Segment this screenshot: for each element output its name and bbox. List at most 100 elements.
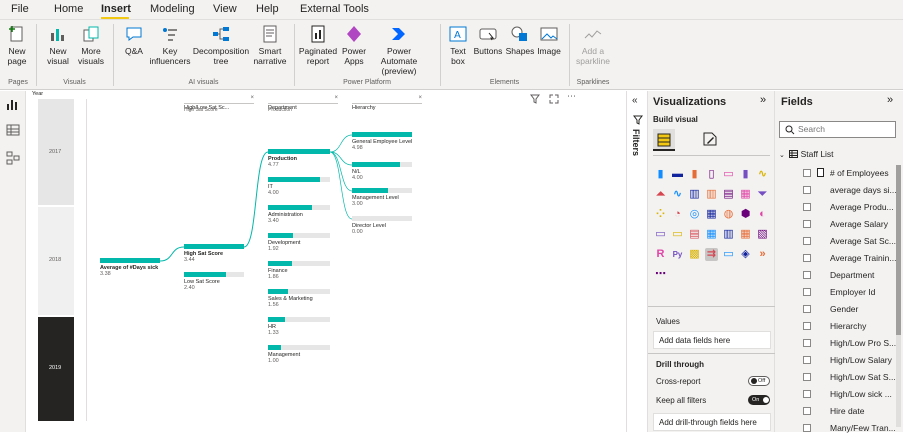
kpi-icon[interactable]: ▦	[705, 228, 718, 241]
field-checkbox[interactable]	[803, 203, 811, 211]
power-automate-button[interactable]: Power Automate (preview)	[368, 24, 430, 76]
build-visual-tab[interactable]	[653, 129, 675, 151]
tree-node-bar[interactable]	[268, 205, 313, 210]
image-button[interactable]: Image	[535, 24, 563, 56]
field-checkbox[interactable]	[803, 356, 811, 364]
field-item[interactable]: Hierarchy	[775, 318, 903, 334]
add-drill-through-well[interactable]: Add drill-through fields here	[653, 413, 771, 431]
tree-node-bar[interactable]	[268, 261, 293, 266]
waterfall-icon[interactable]: ▦	[739, 188, 752, 201]
100-column-icon[interactable]: ▮	[739, 168, 752, 181]
field-item[interactable]: # of Employees	[775, 165, 903, 181]
chevron-down-icon[interactable]: ⌄	[779, 152, 785, 159]
azure-map-icon[interactable]: ◐	[756, 208, 769, 221]
clustered-column-icon[interactable]: ▯	[705, 168, 718, 181]
field-checkbox[interactable]	[803, 339, 811, 347]
more-visuals-button[interactable]: More visuals	[74, 24, 108, 66]
tree-node-bar[interactable]	[184, 272, 226, 277]
filters-pane[interactable]: « Filters	[626, 91, 648, 432]
stacked-column-icon[interactable]: ▬	[671, 168, 684, 181]
new-visual-button[interactable]: New visual	[44, 24, 72, 66]
cross-report-toggle[interactable]: Off	[748, 376, 770, 386]
slicer-icon[interactable]: ▥	[722, 228, 735, 241]
collapse-left-icon[interactable]: «	[632, 95, 638, 106]
smart-narrative-icon[interactable]: ◈	[739, 248, 752, 261]
tree-node-bar[interactable]	[268, 149, 330, 154]
tree-node-bar[interactable]	[268, 317, 286, 322]
add-data-fields-well[interactable]: Add data fields here	[653, 331, 771, 349]
menu-modeling[interactable]: Modeling	[150, 3, 195, 15]
menu-help[interactable]: Help	[256, 3, 279, 15]
data-view-icon[interactable]	[6, 123, 20, 137]
key-influencers-button[interactable]: Key influencers	[148, 24, 192, 66]
fields-scrollbar[interactable]	[896, 165, 901, 427]
buttons-button[interactable]: Buttons	[472, 24, 504, 56]
tree-node-bar[interactable]	[268, 233, 293, 238]
tree-node-bar[interactable]	[352, 162, 400, 167]
add-sparkline-button[interactable]: Add a sparkline	[574, 24, 612, 66]
paginated-icon[interactable]: »	[756, 248, 769, 261]
table-staff-list[interactable]: ⌄ Staff List	[779, 149, 834, 159]
table-icon[interactable]: ▦	[739, 228, 752, 241]
field-item[interactable]: Average Salary	[775, 216, 903, 232]
report-canvas[interactable]: Year 2017 2018 2019 ⋯ High/Low Sat Sc...…	[26, 91, 626, 432]
stacked-bar-icon[interactable]: ▮	[654, 168, 667, 181]
scatter-icon[interactable]: ⁘	[654, 208, 667, 221]
multi-row-card-icon[interactable]: ▤	[688, 228, 701, 241]
field-checkbox[interactable]	[803, 373, 811, 381]
collapse-right-icon[interactable]: »	[887, 94, 893, 106]
field-item[interactable]: average days si...	[775, 182, 903, 198]
field-item[interactable]: High/Low sick ...	[775, 386, 903, 402]
field-checkbox[interactable]	[803, 169, 811, 177]
treemap-icon[interactable]: ▦	[705, 208, 718, 221]
field-checkbox[interactable]	[803, 305, 811, 313]
field-checkbox[interactable]	[803, 271, 811, 279]
line-clustered-icon[interactable]: ▥	[705, 188, 718, 201]
matrix-icon[interactable]: ▧	[756, 228, 769, 241]
field-checkbox[interactable]	[803, 407, 811, 415]
field-checkbox[interactable]	[803, 237, 811, 245]
field-item[interactable]: Average Trainin...	[775, 250, 903, 266]
more-visuals-icon[interactable]: ⋯	[654, 268, 667, 281]
field-checkbox[interactable]	[803, 186, 811, 194]
decomposition-tree-button[interactable]: Decomposition tree	[192, 24, 250, 66]
qa-icon[interactable]: ▭	[722, 248, 735, 261]
report-view-icon[interactable]	[6, 97, 20, 111]
root-node-bar[interactable]	[100, 258, 160, 263]
field-item[interactable]: High/Low Pro S...	[775, 335, 903, 351]
field-checkbox[interactable]	[803, 424, 811, 432]
field-item[interactable]: Average Produ...	[775, 199, 903, 215]
power-apps-button[interactable]: Power Apps	[340, 24, 368, 66]
menu-file[interactable]: File	[11, 3, 29, 15]
field-checkbox[interactable]	[803, 254, 811, 262]
keep-all-filters-toggle[interactable]: On	[748, 395, 770, 405]
menu-view[interactable]: View	[213, 3, 237, 15]
funnel-icon[interactable]: ⏷	[756, 188, 769, 201]
line-column-icon[interactable]: ▥	[688, 188, 701, 201]
smart-narrative-button[interactable]: Smart narrative	[252, 24, 288, 66]
donut-icon[interactable]: ◎	[688, 208, 701, 221]
tree-node-bar[interactable]	[352, 132, 412, 137]
pie-icon[interactable]: ◔	[671, 208, 684, 221]
field-item[interactable]: Employer Id	[775, 284, 903, 300]
tree-node-bar[interactable]	[352, 188, 388, 193]
tree-node-bar[interactable]	[268, 345, 282, 350]
field-item[interactable]: High/Low Sat S...	[775, 369, 903, 385]
menu-insert[interactable]: Insert	[101, 3, 131, 15]
qa-button[interactable]: Q&A	[120, 24, 148, 56]
r-visual-icon[interactable]: R	[654, 248, 667, 261]
tree-node-bar[interactable]	[268, 289, 289, 294]
shapes-button[interactable]: Shapes	[505, 24, 535, 56]
menu-home[interactable]: Home	[54, 3, 83, 15]
field-item[interactable]: Hire date	[775, 403, 903, 419]
tree-node-bar[interactable]	[268, 177, 321, 182]
map-icon[interactable]: ◍	[722, 208, 735, 221]
format-visual-icon[interactable]	[702, 131, 718, 147]
key-influencers-icon[interactable]: ▩	[688, 248, 701, 261]
stacked-area-icon[interactable]: ∿	[671, 188, 684, 201]
field-item[interactable]: Gender	[775, 301, 903, 317]
line-chart-icon[interactable]: ∿	[756, 168, 769, 181]
card-icon[interactable]: ▭	[671, 228, 684, 241]
menu-external-tools[interactable]: External Tools	[300, 3, 369, 15]
new-page-button[interactable]: New page	[4, 24, 30, 66]
